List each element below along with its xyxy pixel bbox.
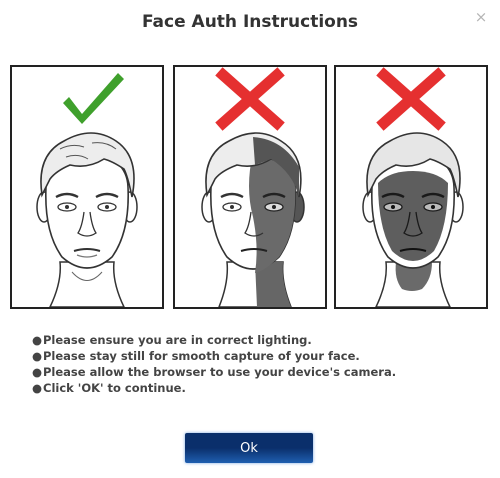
list-item: ● Please ensure you are in correct lighti…	[32, 332, 396, 348]
example-panel-half-shadow	[173, 65, 327, 309]
face-illustration-full-shadow	[362, 132, 464, 307]
list-item: ● Please allow the browser to use your de…	[32, 364, 396, 380]
example-panel-correct	[10, 65, 164, 309]
instruction-list: ● Please ensure you are in correct lighti…	[32, 332, 396, 396]
face-illustration-even-light	[36, 132, 138, 307]
list-item: ● Please stay still for smooth capture of…	[32, 348, 396, 364]
face-illustration-half-shadow	[201, 132, 305, 307]
instruction-text: Please allow the browser to use your dev…	[43, 365, 397, 379]
face-auth-dialog: Face Auth Instructions × ● Please ensure…	[0, 0, 500, 478]
list-item: ● Click 'OK' to continue.	[32, 380, 396, 396]
instruction-text: Please ensure you are in correct lightin…	[43, 333, 312, 347]
face-examples	[10, 65, 490, 311]
bullet-icon: ●	[32, 381, 43, 395]
bullet-icon: ●	[32, 333, 43, 347]
instruction-text: Please stay still for smooth capture of …	[43, 349, 360, 363]
example-panel-full-shadow	[334, 65, 488, 309]
cross-icon	[376, 67, 446, 131]
dialog-title: Face Auth Instructions	[141, 12, 359, 32]
ok-button[interactable]: Ok	[185, 433, 313, 463]
cross-icon	[215, 67, 285, 131]
bullet-icon: ●	[32, 349, 43, 363]
close-icon[interactable]: ×	[474, 10, 488, 25]
instruction-text: Click 'OK' to continue.	[43, 381, 186, 395]
checkmark-icon	[63, 73, 124, 124]
bullet-icon: ●	[32, 365, 43, 379]
